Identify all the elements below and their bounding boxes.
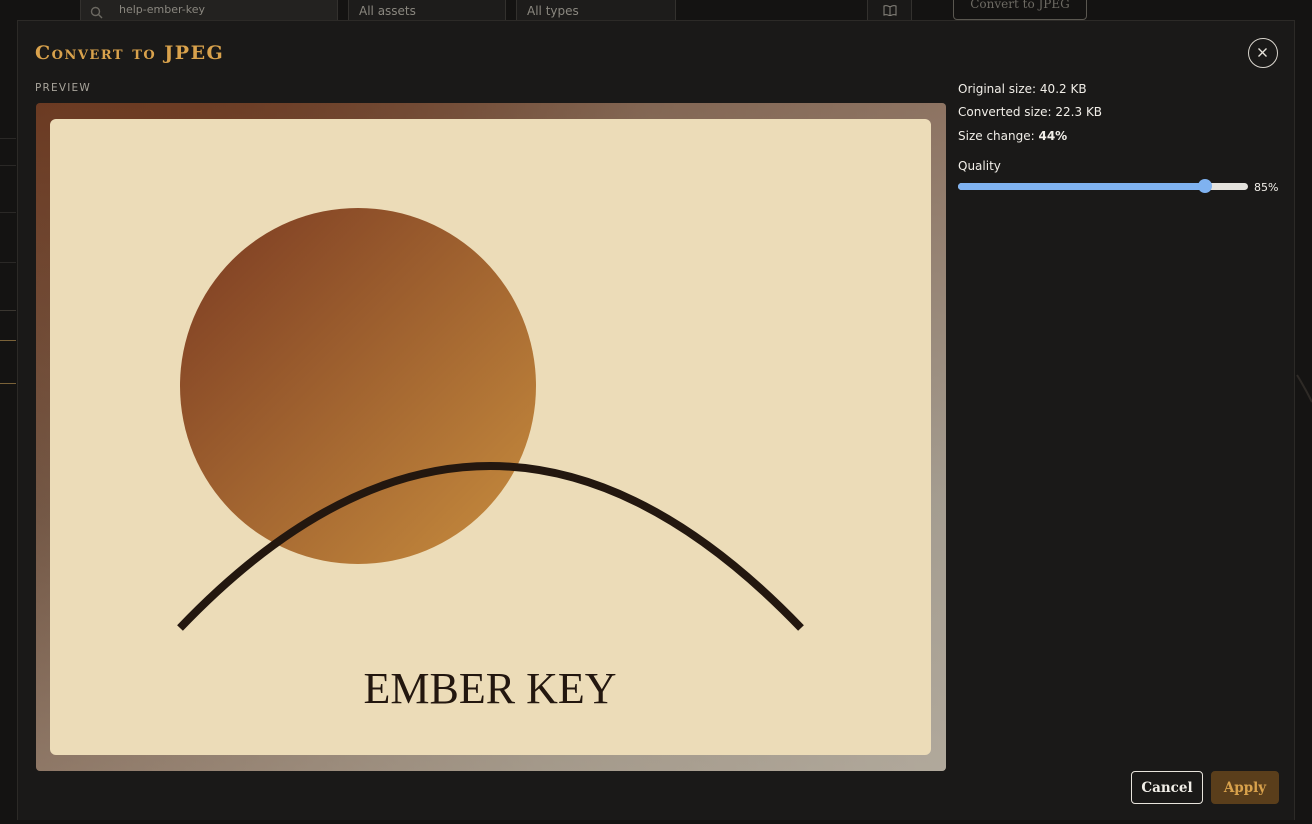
search-input[interactable]: help-ember-key <box>119 3 205 16</box>
quality-slider[interactable] <box>958 179 1248 193</box>
book-button[interactable] <box>867 0 912 22</box>
converted-size: Converted size: 22.3 KB <box>958 105 1103 119</box>
book-icon <box>883 5 897 16</box>
quality-label: Quality <box>958 159 1001 173</box>
preview-label: PREVIEW <box>35 82 91 94</box>
preview-frame: EMBER KEY <box>36 103 946 771</box>
background-toolbar: help-ember-key All assets All types Conv… <box>0 0 1312 22</box>
apply-button[interactable]: Apply <box>1211 771 1279 804</box>
slider-thumb[interactable] <box>1198 179 1212 193</box>
sun-circle <box>180 208 536 564</box>
close-icon <box>1258 48 1267 57</box>
type-filter-select[interactable]: All types <box>516 0 676 22</box>
size-change: Size change: 44% <box>958 129 1068 143</box>
cancel-button[interactable]: Cancel <box>1131 771 1203 804</box>
slider-fill <box>958 183 1205 190</box>
close-button[interactable] <box>1248 38 1278 68</box>
search-icon <box>90 4 103 19</box>
search-field[interactable]: help-ember-key <box>80 0 338 22</box>
size-change-value: 44% <box>1038 129 1068 143</box>
dialog-title: Convert to JPEG <box>35 42 225 64</box>
preview-image: EMBER KEY <box>50 119 931 755</box>
original-size: Original size: 40.2 KB <box>958 82 1087 96</box>
convert-dialog: Convert to JPEG PREVIEW EMBER KEY Origin… <box>17 20 1295 820</box>
preview-caption: EMBER KEY <box>364 664 617 713</box>
quality-value: 85% <box>1254 181 1279 194</box>
background-convert-button[interactable]: Convert to JPEG <box>953 0 1087 20</box>
asset-filter-select[interactable]: All assets <box>348 0 506 22</box>
background-canvas-edge <box>1295 20 1312 820</box>
background-sidebar <box>0 20 16 820</box>
